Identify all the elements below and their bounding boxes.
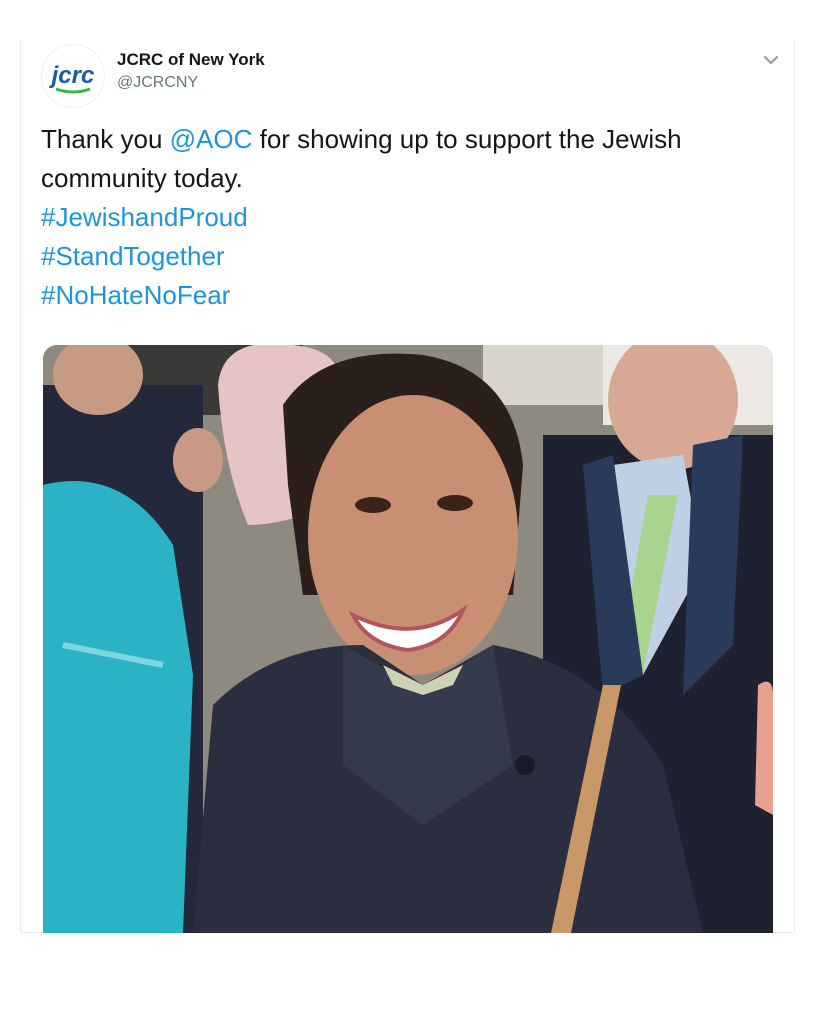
author-display-name[interactable]: JCRC of New York bbox=[117, 50, 265, 70]
author-handle[interactable]: @JCRCNY bbox=[117, 74, 265, 92]
mention-link[interactable]: @AOC bbox=[170, 124, 253, 154]
tweet-header: jcrc JCRC of New York @JCRCNY bbox=[41, 40, 781, 110]
tweet-photo[interactable] bbox=[43, 345, 773, 933]
hashtag-link[interactable]: #JewishandProud bbox=[41, 202, 248, 232]
logo-text: jcrc bbox=[49, 62, 95, 89]
photo-illustration bbox=[43, 345, 773, 933]
tweet-text: Thank you @AOC for showing up to support… bbox=[41, 120, 781, 315]
chevron-down-icon[interactable] bbox=[759, 48, 783, 72]
author-names: JCRC of New York @JCRCNY bbox=[117, 50, 265, 92]
jcrc-logo: jcrc bbox=[49, 62, 95, 94]
tweet-text-pre: Thank you bbox=[41, 124, 170, 154]
hashtag-link[interactable]: #StandTogether bbox=[41, 241, 225, 271]
tweet-body: Thank you @AOC for showing up to support… bbox=[41, 120, 781, 198]
tweet-card: jcrc JCRC of New York @JCRCNY Thank you … bbox=[20, 40, 795, 933]
hashtag-link[interactable]: #NoHateNoFear bbox=[41, 280, 230, 310]
logo-swoosh bbox=[55, 87, 91, 94]
author-avatar[interactable]: jcrc bbox=[41, 44, 105, 108]
